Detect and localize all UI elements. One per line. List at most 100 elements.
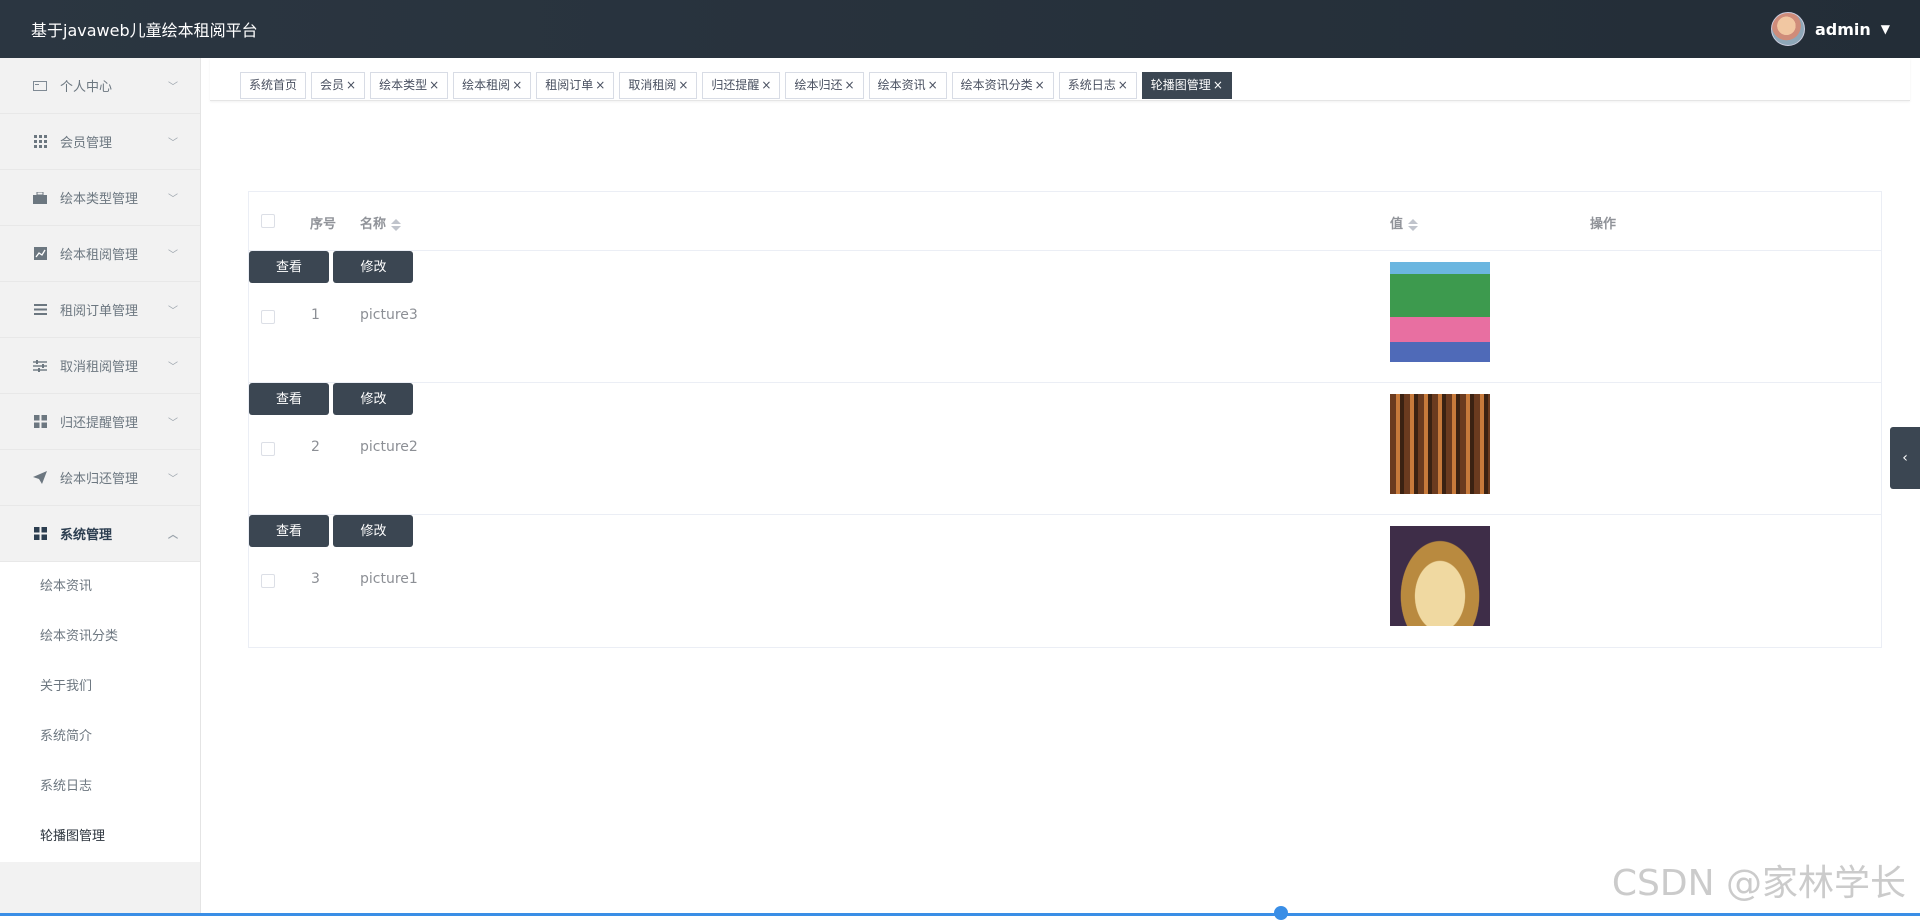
header-actions: 操作 bbox=[1590, 217, 1617, 232]
settings-drawer-toggle[interactable]: ‹ bbox=[1890, 427, 1920, 489]
tab-label: 系统日志 bbox=[1067, 78, 1116, 92]
close-icon[interactable]: × bbox=[595, 78, 605, 92]
header-value[interactable]: 值 bbox=[1390, 213, 1419, 232]
row-checkbox[interactable] bbox=[261, 310, 275, 324]
select-all-checkbox[interactable] bbox=[261, 214, 275, 228]
submenu-item-carousel[interactable]: 轮播图管理 bbox=[0, 812, 200, 862]
close-icon[interactable]: × bbox=[678, 78, 688, 92]
tab-cancel-rentals[interactable]: 取消租阅 × bbox=[619, 72, 698, 99]
sidebar-item-system[interactable]: 系统管理 ︿ bbox=[0, 506, 200, 562]
tab-carousel[interactable]: 轮播图管理 × bbox=[1141, 72, 1232, 99]
submenu-item-system-log[interactable]: 系统日志 bbox=[0, 762, 200, 812]
close-icon[interactable]: × bbox=[512, 78, 522, 92]
chevron-down-icon: ﹀ bbox=[168, 138, 178, 149]
edit-button[interactable]: 修改 bbox=[333, 515, 414, 547]
close-icon[interactable]: × bbox=[761, 78, 771, 92]
chevron-down-icon: ﹀ bbox=[168, 82, 178, 93]
close-icon[interactable]: × bbox=[845, 78, 855, 92]
view-button[interactable]: 查看 bbox=[249, 251, 329, 283]
sidebar: 个人中心 ﹀ 会员管理 ﹀ 绘本类型管理 ﹀ 绘本租阅管理 ﹀ 租阅订单管理 ﹀… bbox=[0, 58, 201, 916]
tab-orders[interactable]: 租阅订单 × bbox=[536, 72, 615, 99]
tab-label: 轮播图管理 bbox=[1150, 78, 1211, 92]
apps-icon bbox=[32, 414, 48, 430]
chart-icon bbox=[32, 246, 48, 262]
row-name: picture3 bbox=[360, 307, 418, 323]
close-icon[interactable]: × bbox=[1035, 78, 1045, 92]
chevron-down-icon: ﹀ bbox=[168, 194, 178, 205]
submenu-item-system-intro[interactable]: 系统简介 bbox=[0, 712, 200, 762]
apps-icon bbox=[32, 526, 48, 542]
sidebar-item-book-returns[interactable]: 绘本归还管理 ﹀ bbox=[0, 450, 200, 506]
tab-book-returns[interactable]: 绘本归还 × bbox=[785, 72, 864, 99]
sidebar-item-label: 绘本归还管理 bbox=[60, 472, 139, 487]
close-icon[interactable]: × bbox=[346, 78, 356, 92]
close-icon[interactable]: × bbox=[1118, 78, 1128, 92]
sort-icon[interactable] bbox=[1408, 218, 1419, 231]
tab-members[interactable]: 会员 × bbox=[311, 72, 366, 99]
row-checkbox[interactable] bbox=[261, 574, 275, 588]
sidebar-item-members[interactable]: 会员管理 ﹀ bbox=[0, 114, 200, 170]
watermark: CSDN @家林学长 bbox=[1611, 863, 1906, 904]
tab-label: 绘本资讯分类 bbox=[960, 78, 1033, 92]
carousel-image-thumbnail[interactable] bbox=[1390, 526, 1490, 626]
tab-label: 绘本资讯 bbox=[877, 78, 926, 92]
chevron-down-icon: ﹀ bbox=[168, 362, 178, 373]
tab-label: 绘本类型 bbox=[379, 78, 428, 92]
caret-down-icon[interactable]: ▼ bbox=[1881, 22, 1890, 36]
submenu-item-news-category[interactable]: 绘本资讯分类 bbox=[0, 612, 200, 662]
sidebar-item-book-types[interactable]: 绘本类型管理 ﹀ bbox=[0, 170, 200, 226]
tab-label: 租阅订单 bbox=[545, 78, 594, 92]
submenu-item-about-us[interactable]: 关于我们 bbox=[0, 662, 200, 712]
submenu-item-book-news[interactable]: 绘本资讯 bbox=[0, 562, 200, 612]
tags-view: 系统首页 会员 × 绘本类型 × 绘本租阅 × 租阅订单 × 取消租阅 × 归还提醒 × 绘… bbox=[210, 58, 1910, 101]
sidebar-item-personal-center[interactable]: 个人中心 ﹀ bbox=[0, 58, 200, 114]
view-button[interactable]: 查看 bbox=[249, 383, 329, 415]
row-index: 1 bbox=[311, 307, 320, 323]
tab-system-log[interactable]: 系统日志 × bbox=[1058, 72, 1137, 99]
row-name: picture1 bbox=[360, 571, 418, 587]
header-name[interactable]: 名称 bbox=[360, 213, 402, 232]
briefcase-icon bbox=[32, 190, 48, 206]
tab-return-reminders[interactable]: 归还提醒 × bbox=[702, 72, 781, 99]
tab-label: 归还提醒 bbox=[711, 78, 760, 92]
carousel-image-thumbnail[interactable] bbox=[1390, 262, 1490, 362]
header-name-label: 名称 bbox=[360, 217, 387, 232]
sidebar-item-label: 取消租阅管理 bbox=[60, 360, 139, 375]
avatar[interactable] bbox=[1770, 12, 1805, 46]
chevron-down-icon: ﹀ bbox=[168, 306, 178, 317]
row-checkbox[interactable] bbox=[261, 442, 275, 456]
sidebar-item-orders[interactable]: 租阅订单管理 ﹀ bbox=[0, 282, 200, 338]
scroll-indicator[interactable] bbox=[1274, 906, 1288, 920]
tab-rentals[interactable]: 绘本租阅 × bbox=[453, 72, 532, 99]
table-row: 1 picture3 查看 修改 bbox=[249, 251, 1881, 383]
close-icon[interactable]: × bbox=[429, 78, 439, 92]
close-icon[interactable]: × bbox=[928, 78, 938, 92]
app-title: 基于javaweb儿童绘本租阅平台 bbox=[31, 21, 258, 40]
chevron-down-icon: ﹀ bbox=[168, 250, 178, 261]
top-header: 基于javaweb儿童绘本租阅平台 admin ▼ bbox=[0, 0, 1920, 58]
close-icon[interactable]: × bbox=[1213, 78, 1223, 92]
view-button[interactable]: 查看 bbox=[249, 515, 329, 547]
username[interactable]: admin bbox=[1815, 20, 1871, 39]
row-name: picture2 bbox=[360, 439, 418, 455]
row-index: 3 bbox=[311, 571, 320, 587]
sidebar-item-label: 绘本类型管理 bbox=[60, 192, 139, 207]
sliders-icon bbox=[32, 358, 48, 374]
tab-home[interactable]: 系统首页 bbox=[240, 72, 307, 99]
header-index: 序号 bbox=[310, 217, 337, 232]
carousel-image-thumbnail[interactable] bbox=[1390, 394, 1490, 494]
edit-button[interactable]: 修改 bbox=[333, 383, 414, 415]
tab-news-category[interactable]: 绘本资讯分类 × bbox=[951, 72, 1054, 99]
sidebar-item-cancel-rentals[interactable]: 取消租阅管理 ﹀ bbox=[0, 338, 200, 394]
sidebar-item-return-reminders[interactable]: 归还提醒管理 ﹀ bbox=[0, 394, 200, 450]
tab-label: 绘本归还 bbox=[794, 78, 843, 92]
tab-label: 绘本租阅 bbox=[462, 78, 511, 92]
tab-book-types[interactable]: 绘本类型 × bbox=[370, 72, 449, 99]
user-menu[interactable]: admin ▼ bbox=[1770, 12, 1890, 46]
sort-icon[interactable] bbox=[391, 218, 402, 231]
sidebar-item-label: 租阅订单管理 bbox=[60, 304, 139, 319]
edit-button[interactable]: 修改 bbox=[333, 251, 414, 283]
tab-book-news[interactable]: 绘本资讯 × bbox=[868, 72, 947, 99]
table-header: 序号 名称 值 操作 bbox=[249, 192, 1881, 251]
sidebar-item-rentals[interactable]: 绘本租阅管理 ﹀ bbox=[0, 226, 200, 282]
